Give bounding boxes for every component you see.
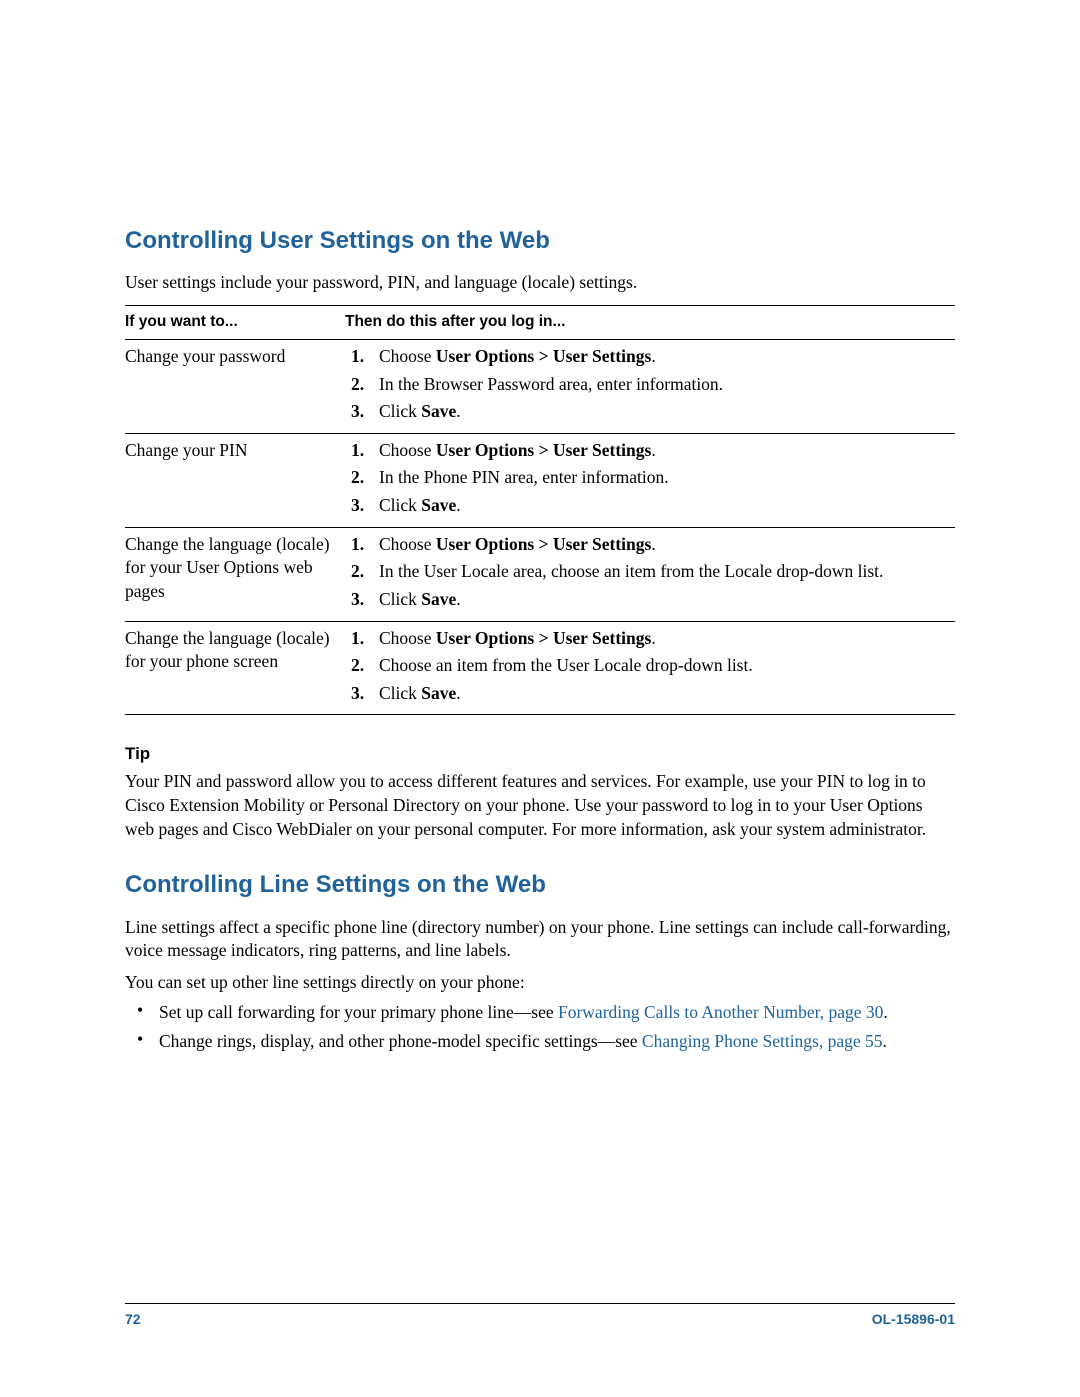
step: Choose an item from the User Locale drop… (371, 654, 947, 682)
step: Choose User Options > User Settings. (371, 533, 947, 561)
cell-steps: Choose User Options > User Settings. Cho… (345, 621, 955, 715)
cell-task: Change the language (locale) for your ph… (125, 621, 345, 715)
section1-heading: Controlling User Settings on the Web (125, 225, 955, 257)
step: Click Save. (371, 682, 947, 710)
page-footer: 72 OL-15896-01 (125, 1303, 955, 1329)
step: Choose User Options > User Settings. (371, 439, 947, 467)
section2-heading: Controlling Line Settings on the Web (125, 869, 955, 901)
bullet-list: Set up call forwarding for your primary … (125, 1001, 955, 1060)
step: In the Browser Password area, enter info… (371, 373, 947, 401)
cell-steps: Choose User Options > User Settings. In … (345, 527, 955, 621)
cell-steps: Choose User Options > User Settings. In … (345, 433, 955, 527)
cell-task: Change the language (locale) for your Us… (125, 527, 345, 621)
step: Choose User Options > User Settings. (371, 345, 947, 373)
table-row: Change the language (locale) for your ph… (125, 621, 955, 715)
step: Click Save. (371, 494, 947, 522)
th-thendo: Then do this after you log in... (345, 306, 955, 340)
procedures-table: If you want to... Then do this after you… (125, 305, 955, 715)
step: Choose User Options > User Settings. (371, 627, 947, 655)
step: Click Save. (371, 588, 947, 616)
section2-lead: You can set up other line settings direc… (125, 971, 955, 995)
tip-heading: Tip (125, 743, 955, 766)
list-item: Set up call forwarding for your primary … (151, 1001, 955, 1031)
step: Click Save. (371, 400, 947, 428)
page-number: 72 (125, 1310, 141, 1329)
table-row: Change the language (locale) for your Us… (125, 527, 955, 621)
step: In the Phone PIN area, enter information… (371, 466, 947, 494)
cell-task: Change your PIN (125, 433, 345, 527)
cell-steps: Choose User Options > User Settings. In … (345, 339, 955, 433)
step: In the User Locale area, choose an item … (371, 560, 947, 588)
document-id: OL-15896-01 (872, 1310, 955, 1329)
section2-intro: Line settings affect a specific phone li… (125, 916, 955, 963)
xref-link[interactable]: Forwarding Calls to Another Number, page… (558, 1002, 883, 1022)
list-item: Change rings, display, and other phone-m… (151, 1030, 955, 1060)
table-row: Change your PIN Choose User Options > Us… (125, 433, 955, 527)
section1-intro: User settings include your password, PIN… (125, 271, 955, 295)
cell-task: Change your password (125, 339, 345, 433)
tip-body: Your PIN and password allow you to acces… (125, 770, 955, 841)
table-row: Change your password Choose User Options… (125, 339, 955, 433)
th-ifyouwant: If you want to... (125, 306, 345, 340)
xref-link[interactable]: Changing Phone Settings, page 55 (642, 1031, 883, 1051)
